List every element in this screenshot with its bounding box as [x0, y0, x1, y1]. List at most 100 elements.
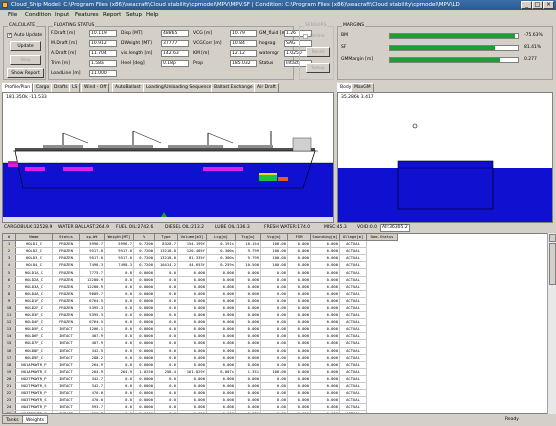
table-cell[interactable]: NO2TPKWTR_S	[15, 382, 53, 391]
tab-tanks[interactable]: Tanks	[2, 415, 23, 424]
table-cell[interactable]: FROZEN	[52, 261, 80, 270]
table-row[interactable]: 11 HOLD3F_C FROZEN 5395.3 0.0 0.0000 0.0 0.000 0…	[3, 311, 398, 320]
table-cell[interactable]: ACTUAL	[339, 311, 367, 320]
table-cell[interactable]: 9689.7	[79, 290, 105, 298]
table-cell[interactable]: HOLD3F_C	[15, 311, 53, 320]
table-cell[interactable]: HOLD3A_C	[15, 283, 53, 291]
tab-air-draft[interactable]: Air Draft	[254, 83, 279, 92]
table-cell[interactable]: ACTUAL	[339, 339, 367, 348]
table-cell[interactable]: 0.000	[310, 389, 340, 398]
table-cell[interactable]: 161.829f	[177, 368, 207, 376]
table-cell[interactable]: HOLD2A_C	[15, 276, 53, 284]
tab-loading-sequence[interactable]: Loading/Unloading Sequence	[143, 83, 215, 92]
table-cell[interactable]: 12280.9	[79, 283, 105, 291]
table-cell[interactable]: 0.000	[206, 354, 236, 362]
table-cell[interactable]: 0.000	[177, 283, 207, 291]
table-cell[interactable]: 6.007s	[206, 368, 236, 376]
table-cell[interactable]: 0.000	[287, 240, 311, 249]
table-cell[interactable]: HOLD3_C	[15, 254, 53, 263]
menu-features[interactable]: Features	[75, 10, 99, 20]
table-cell[interactable]: 0.0	[154, 347, 178, 355]
table-cell[interactable]: 0.000	[235, 361, 261, 369]
table-cell[interactable]: 0.0	[104, 361, 134, 369]
table-cell[interactable]: 0.000	[287, 325, 311, 334]
table-cell[interactable]: 44.653f	[177, 261, 207, 270]
table-row[interactable]: 2 HOLD2_C FROZEN 9517.0 9517.0 0.7200 13218.0 1…	[3, 247, 398, 256]
table-cell[interactable]: 1.351	[235, 368, 261, 376]
table-cell[interactable]: 0.0000	[133, 403, 155, 412]
table-cell[interactable]: NO3TPKWTR_P	[15, 389, 53, 398]
table-cell[interactable]: 0.000	[177, 297, 207, 305]
table-cell[interactable]: 0.00	[260, 339, 288, 348]
table-cell[interactable]: 0.300s	[206, 247, 236, 256]
table-vscroll[interactable]	[547, 233, 556, 414]
profile-view[interactable]: 181.35Ok -11.533	[2, 92, 334, 223]
column-header[interactable]: Type	[154, 234, 178, 242]
table-cell[interactable]: 0.0000	[133, 290, 155, 298]
table-cell[interactable]: 0.000	[235, 339, 261, 348]
table-cell[interactable]: 6764.5	[79, 318, 105, 327]
table-cell[interactable]: 7775.7	[79, 268, 105, 277]
table-cell[interactable]: 0.000	[206, 403, 236, 412]
column-header[interactable]: sp.Wt	[79, 234, 105, 242]
table-cell[interactable]: 470.0	[79, 396, 105, 405]
table-cell[interactable]: ACTUAL	[339, 283, 367, 291]
table-cell[interactable]: INTACT	[52, 389, 80, 398]
table-cell[interactable]: 0.000	[287, 347, 311, 355]
table-cell[interactable]: 0.0	[154, 339, 178, 348]
column-header[interactable]: Status	[52, 234, 80, 242]
table-cell[interactable]: 0.0000	[133, 268, 155, 277]
table-cell[interactable]: 0.000	[206, 389, 236, 398]
column-header[interactable]: %	[133, 234, 155, 242]
table-cell[interactable]: 0.0000	[133, 347, 155, 355]
table-cell[interactable]: 0.00	[260, 283, 288, 291]
table-cell[interactable]: 10414.2	[154, 261, 178, 270]
table-cell[interactable]: 0.000	[177, 325, 207, 334]
table-cell[interactable]: 0.000	[287, 339, 311, 348]
table-cell[interactable]: 0.0000	[133, 318, 155, 327]
table-cell[interactable]: 0.0	[154, 403, 178, 412]
table-cell[interactable]: FROZEN	[52, 254, 80, 263]
table-cell[interactable]: 0.000	[287, 354, 311, 362]
table-cell[interactable]: 0.000	[235, 304, 261, 313]
table-cell[interactable]: 0.7200	[133, 240, 155, 249]
table-cell[interactable]: 0.000	[206, 347, 236, 355]
table-cell[interactable]: FROZEN	[52, 283, 80, 291]
table-row[interactable]: 4 HOLD4_C FROZEN 7498.3 7498.3 0.7200 10414.2 4…	[3, 261, 398, 270]
table-cell[interactable]: 0.000	[287, 290, 311, 298]
table-cell[interactable]: 0.00	[260, 332, 288, 341]
table-cell[interactable]: 0.0	[154, 268, 178, 277]
table-cell[interactable]: FROZEN	[52, 318, 80, 327]
table-cell[interactable]: 0.000	[177, 304, 207, 313]
minimize-button[interactable]: _	[521, 1, 532, 9]
table-cell[interactable]: 593.7	[79, 403, 105, 412]
table-cell[interactable]: 0.000	[206, 375, 236, 383]
table-cell[interactable]: 0.259s	[206, 261, 236, 270]
table-cell[interactable]: 0.000	[206, 297, 236, 305]
table-cell[interactable]: ACTUAL	[339, 254, 367, 263]
table-cell[interactable]: 0.000	[287, 261, 311, 270]
table-cell[interactable]: FROZEN	[52, 311, 80, 320]
table-cell[interactable]: 0.300s	[206, 254, 236, 263]
table-row[interactable]: 10 HOLD2F_C FROZEN 5395.3 0.0 0.0000 0.0 0.000 0…	[3, 304, 398, 313]
table-cell[interactable]: HOLD8F_C	[15, 347, 53, 355]
column-header[interactable]: Weight[MT]	[104, 234, 134, 242]
table-cell[interactable]: 5395.3	[79, 304, 105, 313]
column-header[interactable]: Ullage[m]	[339, 234, 367, 242]
table-cell[interactable]: 0.000	[310, 276, 340, 284]
table-cell[interactable]: ACTUAL	[339, 297, 367, 305]
online-checkbox[interactable]	[303, 34, 308, 39]
column-header[interactable]: Sounding[m]	[310, 234, 340, 242]
column-header[interactable]: #	[3, 234, 16, 242]
tab-ls[interactable]: LS	[69, 83, 81, 92]
table-cell[interactable]: 0.0000	[133, 396, 155, 405]
table-cell[interactable]: 0.0000	[133, 354, 155, 362]
tab-profile-plan[interactable]: Profile/Plan	[2, 83, 34, 92]
tab-drafts[interactable]: Drafts	[51, 83, 71, 92]
table-cell[interactable]: 0.0	[104, 304, 134, 313]
menu-input[interactable]: Input	[55, 10, 69, 20]
table-cell[interactable]: 0.0	[104, 396, 134, 405]
table-cell[interactable]: 9.799	[235, 247, 261, 256]
table-cell[interactable]: 0.0	[154, 354, 178, 362]
table-cell[interactable]: 0.0000	[133, 382, 155, 391]
